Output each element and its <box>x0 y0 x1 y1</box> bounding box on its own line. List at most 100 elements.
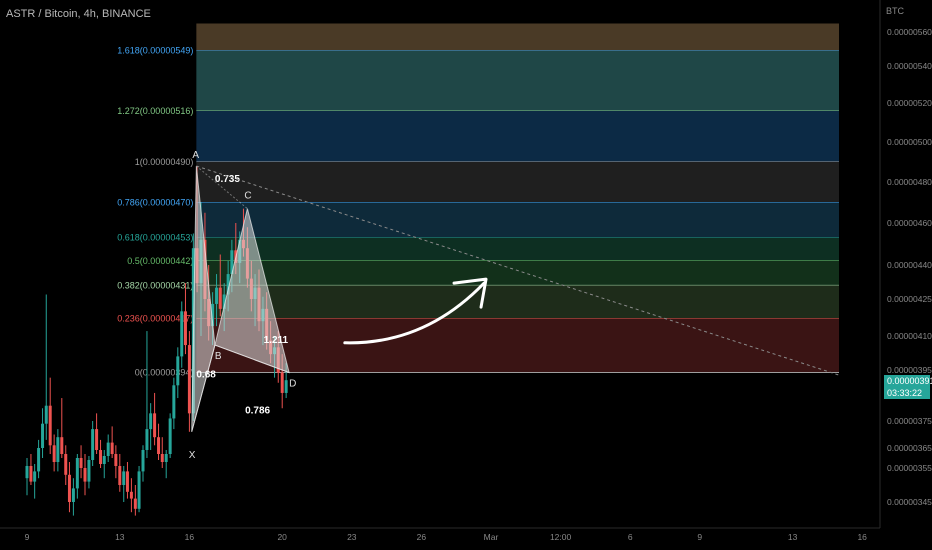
candle-body <box>79 458 83 468</box>
candle-body <box>91 429 95 460</box>
time-tick-label: 26 <box>417 532 427 542</box>
candle-body <box>56 437 60 462</box>
candle-body <box>37 448 41 472</box>
price-tick-label: 0.00000410 <box>887 331 932 341</box>
pattern-point-a: A <box>192 150 199 161</box>
fib-level-label: 0.382(0.00000431) <box>117 280 193 290</box>
candle-body <box>160 454 164 462</box>
pattern-point-b: B <box>215 351 222 362</box>
candle-body <box>75 458 79 489</box>
price-tick-label: 0.00000395 <box>887 365 932 375</box>
pattern-ratio-label: 1.211 <box>264 335 289 346</box>
time-tick-label: 20 <box>277 532 287 542</box>
last-price-value: 0.00000391 <box>887 376 932 386</box>
price-tick-label: 0.00000560 <box>887 27 932 37</box>
candle-body <box>145 429 149 450</box>
fib-level-label: 1.272(0.00000516) <box>117 106 193 116</box>
fib-level-label: 0.786(0.00000470) <box>117 198 193 208</box>
time-tick-label: 23 <box>347 532 357 542</box>
candle-body <box>141 450 145 472</box>
candle-body <box>133 498 137 509</box>
last-price-badge: 0.00000391 03:33:22 <box>884 375 932 399</box>
time-tick-label: 16 <box>857 532 867 542</box>
candle-body <box>52 445 56 462</box>
price-tick-label: 0.00000365 <box>887 443 932 453</box>
candle-body <box>64 454 68 475</box>
chart-title: ASTR / Bitcoin, 4h, BINANCE <box>6 8 151 20</box>
candle-body <box>137 471 141 509</box>
price-tick-label: 0.00000440 <box>887 260 932 270</box>
candle-body <box>83 468 87 482</box>
candle-body <box>176 356 180 386</box>
price-tick-label: 0.00000540 <box>887 61 932 71</box>
candle-body <box>33 471 37 482</box>
fib-zone <box>196 110 840 162</box>
candle-body <box>122 471 126 485</box>
fib-zone <box>196 318 840 373</box>
pattern-ratio-label: 0.68 <box>196 370 216 381</box>
fib-level-label: 0(0.00000394) <box>135 368 194 378</box>
candle-body <box>129 491 133 499</box>
fib-zone <box>196 237 840 261</box>
price-tick-label: 0.00000500 <box>887 137 932 147</box>
candle-body <box>218 287 222 309</box>
time-tick-label: 9 <box>25 532 30 542</box>
pattern-point-c: C <box>244 191 251 202</box>
candle-body <box>187 345 191 414</box>
candle-body <box>25 466 29 479</box>
pattern-point-d: D <box>289 379 296 390</box>
price-tick-label: 0.00000460 <box>887 218 932 228</box>
candle-body <box>168 418 172 454</box>
bar-countdown: 03:33:22 <box>887 388 923 398</box>
candle-body <box>183 311 187 346</box>
time-tick-label: Mar <box>484 532 499 542</box>
candle-body <box>106 442 110 456</box>
candle-body <box>149 413 153 430</box>
candle-body <box>114 454 118 466</box>
candle-body <box>157 437 161 454</box>
time-tick-label: 13 <box>788 532 798 542</box>
candle-body <box>48 405 52 446</box>
candle-body <box>44 405 48 424</box>
fib-zone <box>196 260 840 286</box>
candle-body <box>164 454 168 462</box>
chart-canvas[interactable]: 1.618(0.00000549) 1.272(0.00000516) 1(0.00… <box>0 0 932 550</box>
fib-zone <box>196 162 840 203</box>
pattern-ratio-label: 0.786 <box>245 405 270 416</box>
time-tick-label: 16 <box>185 532 195 542</box>
candle-body <box>29 466 33 482</box>
fib-level-label: 1(0.00000490) <box>135 157 194 167</box>
fib-level-label: 1.618(0.00000549) <box>117 46 193 56</box>
candle-body <box>215 287 219 304</box>
price-tick-label: 0.00000480 <box>887 177 932 187</box>
fib-zone <box>196 50 840 111</box>
candle-body <box>280 372 284 393</box>
candle-body <box>125 471 129 492</box>
time-axis: 9 13 16 20 23 26 Mar 12:00 6 9 13 16 <box>0 527 880 542</box>
fib-zone <box>196 202 840 238</box>
candle-body <box>102 456 106 464</box>
time-tick-label: 12:00 <box>550 532 572 542</box>
fib-level-label: 0.5(0.00000442) <box>127 256 193 266</box>
price-axis-unit: BTC <box>886 6 904 16</box>
candle-body <box>87 460 91 482</box>
candle-body <box>118 466 122 485</box>
fib-zone <box>196 285 840 319</box>
price-tick-label: 0.00000375 <box>887 416 932 426</box>
candle-body <box>60 437 64 454</box>
candle-body <box>110 442 114 454</box>
time-tick-label: 13 <box>115 532 125 542</box>
candle-body <box>95 429 99 450</box>
price-axis: 0.00000345 0.00000355 0.00000365 0.00000375… <box>879 0 932 528</box>
candle-body <box>71 488 75 502</box>
candle-body <box>67 474 71 502</box>
price-tick-label: 0.00000345 <box>887 497 932 507</box>
fib-level-label: 0.618(0.00000453) <box>117 233 193 243</box>
candle-body <box>153 413 157 438</box>
price-tick-label: 0.00000425 <box>887 294 932 304</box>
price-tick-label: 0.00000520 <box>887 98 932 108</box>
candle-body <box>284 380 288 393</box>
price-tick-label: 0.00000355 <box>887 463 932 473</box>
candle-body <box>99 450 103 464</box>
pattern-point-x: X <box>189 450 196 461</box>
